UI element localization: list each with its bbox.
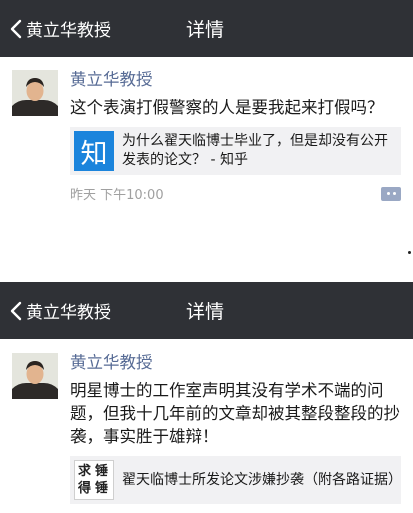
person-avatar-icon [12,353,58,399]
moment-post: 黄立华教授 明星博士的工作室声明其没有学术不端的问题，但我十几年前的文章却被其整… [0,339,413,504]
chevron-left-icon [10,301,22,320]
back-button-label: 黄立华教授 [26,303,111,323]
logo-char: 锤 [95,464,109,479]
page-title: 详情 [186,301,225,323]
post-meta: 昨天 下午10:00 [70,184,401,203]
post-author[interactable]: 黄立华教授 [70,70,401,90]
post-timestamp: 昨天 下午10:00 [70,188,164,203]
logo-char: 得 [78,481,92,496]
moments-detail-screen-1: 黄立华教授 详情 黄立华教授 这个表演打假警察的人是要我起来打假吗？ 知 为什么… [0,0,413,262]
shared-link-card[interactable]: 知 为什么翟天临博士毕业了，但是却没有公开发表的论文？ - 知乎 [70,127,401,175]
navigation-bar: 黄立华教授 详情 [0,0,413,57]
comment-more-icon[interactable] [381,186,401,201]
qiu-chui-de-chui-logo-icon: 求 锤 得 锤 [74,460,114,500]
avatar[interactable] [12,353,58,399]
page-title: 详情 [186,19,225,41]
post-content: 明星博士的工作室声明其没有学术不端的问题，但我十几年前的文章却被其整段整段的抄袭… [70,381,400,446]
logo-char: 锤 [95,481,109,496]
chevron-left-icon [10,19,22,38]
back-button[interactable]: 黄立华教授 [10,282,111,339]
shared-link-card[interactable]: 求 锤 得 锤 翟天临博士所发论文涉嫌抄袭（附各路证据） [70,456,402,504]
logo-char: 求 [78,464,92,479]
moment-post: 黄立华教授 这个表演打假警察的人是要我起来打假吗？ 知 为什么翟天临博士毕业了，… [0,57,413,203]
back-button-label: 黄立华教授 [26,21,111,41]
shared-link-title: 翟天临博士所发论文涉嫌抄袭（附各路证据） [122,471,402,488]
avatar[interactable] [12,70,58,116]
post-content: 这个表演打假警察的人是要我起来打假吗？ [70,98,384,117]
shared-link-title: 为什么翟天临博士毕业了，但是却没有公开发表的论文？ - 知乎 [122,133,388,168]
stray-dot [408,251,411,254]
person-avatar-icon [12,70,58,116]
back-button[interactable]: 黄立华教授 [10,0,111,57]
zhihu-logo-icon: 知 [74,131,114,171]
post-author[interactable]: 黄立华教授 [70,353,401,373]
moments-detail-screen-2: 黄立华教授 详情 黄立华教授 明星博士的工作室声明其没有学术不端的问题，但我十几… [0,282,413,513]
navigation-bar: 黄立华教授 详情 [0,282,413,339]
